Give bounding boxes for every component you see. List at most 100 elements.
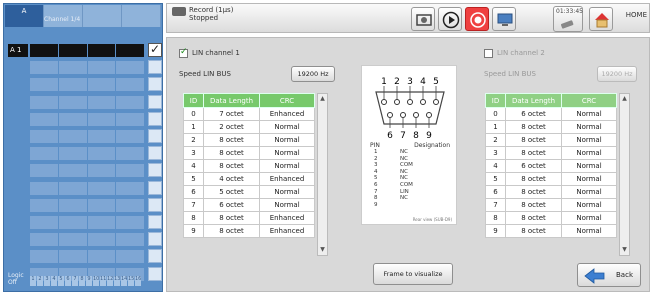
scroll-up-icon[interactable]: ▲ (620, 94, 629, 104)
channel-cell (58, 44, 87, 57)
back-arrow-icon (584, 268, 605, 284)
channel-cell (87, 233, 116, 247)
channel-enable-checkbox[interactable] (148, 146, 162, 161)
tab-c[interactable] (83, 5, 122, 27)
channel-enable-checkbox[interactable] (148, 197, 162, 212)
channel-enable-checkbox[interactable] (148, 215, 162, 229)
scroll-down-icon[interactable]: ▼ (620, 245, 629, 255)
lin2-checkbox[interactable] (484, 49, 493, 58)
table-row[interactable]: 98 octet Normal (485, 224, 617, 238)
channel-row[interactable] (8, 111, 166, 128)
crc-cell: Normal (259, 120, 315, 134)
channel-row[interactable] (8, 248, 166, 265)
tab-a[interactable]: A (5, 5, 44, 27)
table-row[interactable]: 07 octet Enhanced (183, 107, 315, 121)
channel-enable-checkbox[interactable] (148, 77, 162, 92)
channel-trace[interactable] (30, 216, 144, 229)
channel-trace[interactable] (30, 233, 144, 247)
channel-trace[interactable] (30, 198, 144, 212)
table-row[interactable]: 88 octet Normal (485, 211, 617, 225)
channel-enable-checkbox[interactable] (148, 180, 162, 195)
frame-id-cell: 7 (183, 198, 204, 212)
table-row[interactable]: 38 octet Normal (485, 146, 617, 160)
channel-trace[interactable] (30, 250, 144, 264)
channel-cell (116, 250, 144, 264)
table-row[interactable]: 28 octet Normal (485, 133, 617, 147)
channel-enable-checkbox[interactable] (148, 232, 162, 247)
lin1-checkbox[interactable] (179, 47, 188, 58)
table-row[interactable]: 38 octet Normal (183, 146, 315, 160)
table-row[interactable]: 48 octet Normal (183, 159, 315, 173)
crc-cell: Normal (259, 159, 315, 173)
channel-trace[interactable] (30, 164, 144, 178)
logic-bit: 13 (114, 276, 120, 286)
pin-number-label: 5 (433, 77, 439, 87)
monitor-button[interactable] (492, 7, 516, 31)
channel-trace[interactable] (30, 112, 144, 126)
home-button[interactable] (589, 7, 613, 31)
channel-enable-checkbox[interactable] (148, 249, 162, 264)
channel-row[interactable] (8, 76, 166, 93)
frame-id-cell: 2 (183, 133, 204, 147)
channel-row[interactable] (8, 59, 166, 76)
back-button[interactable]: Back (577, 263, 641, 287)
lin2-checkbox-label: LIN channel 2 (497, 49, 545, 57)
lin1-scrollbar[interactable]: ▲ ▼ (317, 93, 328, 256)
logic-indicator[interactable]: Logic Off 1 2 3 4 5 6 7 8 9 10 11 12 13 14 15 16 (8, 272, 158, 288)
channel-row[interactable] (8, 180, 166, 197)
pin-row: 2 NC (370, 156, 450, 163)
lin2-scrollbar[interactable]: ▲ ▼ (619, 93, 630, 256)
pin-hole (433, 99, 439, 105)
channel-trace[interactable] (30, 95, 144, 109)
channel-trace[interactable] (30, 44, 144, 57)
channel-enable-checkbox[interactable] (148, 111, 162, 126)
table-row[interactable]: 78 octet Normal (485, 198, 617, 212)
lin2-speed-button[interactable]: 19200 Hz (597, 66, 637, 82)
data-length-cell: 8 octet (505, 146, 562, 160)
channel-trace[interactable] (30, 181, 144, 195)
channel-enable-checkbox[interactable] (148, 42, 162, 57)
clock-display[interactable]: 01:33:45 (553, 6, 583, 32)
channel-row[interactable] (8, 162, 166, 179)
channel-enable-checkbox[interactable] (148, 129, 162, 143)
tab-d[interactable] (122, 5, 161, 27)
table-row[interactable]: 28 octet Normal (183, 133, 315, 147)
channel-row[interactable] (8, 128, 166, 145)
channel-row[interactable] (8, 145, 166, 162)
channel-enable-checkbox[interactable] (148, 94, 162, 109)
table-row[interactable]: 88 octet Enhanced (183, 211, 315, 225)
scroll-up-icon[interactable]: ▲ (318, 94, 327, 104)
channel-row[interactable] (8, 214, 166, 231)
table-row[interactable]: 18 octet Normal (485, 120, 617, 134)
channel-trace[interactable] (30, 78, 144, 92)
channel-row[interactable] (8, 197, 166, 214)
channel-cell (87, 61, 116, 75)
data-length-cell: 8 octet (203, 146, 260, 160)
channel-row[interactable] (8, 231, 166, 248)
table-row[interactable]: 98 octet Enhanced (183, 224, 315, 238)
scroll-down-icon[interactable]: ▼ (318, 245, 327, 255)
table-row[interactable]: 54 octet Enhanced (183, 172, 315, 186)
table-row[interactable]: 58 octet Normal (485, 172, 617, 186)
table-row[interactable]: 12 octet Normal (183, 120, 315, 134)
table-row[interactable]: 65 octet Normal (183, 185, 315, 199)
table-row[interactable]: 68 octet Normal (485, 185, 617, 199)
channel-enable-checkbox[interactable] (148, 163, 162, 178)
channel-row[interactable]: A 1 (8, 42, 166, 59)
channel-trace[interactable] (30, 61, 144, 75)
record-button[interactable] (465, 7, 489, 31)
table-row[interactable]: 46 octet Normal (485, 159, 617, 173)
table-row[interactable]: 06 octet Normal (485, 107, 617, 121)
home-icon (595, 13, 609, 28)
channel-cell (30, 233, 58, 247)
channel-trace[interactable] (30, 147, 144, 161)
channel-row[interactable] (8, 94, 166, 111)
channel-enable-checkbox[interactable] (148, 60, 162, 75)
screenshot-button[interactable] (411, 7, 435, 31)
frame-to-visualize-button[interactable]: Frame to visualize (373, 263, 453, 285)
table-row[interactable]: 76 octet Normal (183, 198, 315, 212)
lin1-speed-button[interactable]: 19200 Hz (291, 66, 335, 82)
play-button[interactable] (438, 7, 462, 31)
pin-number-label: 8 (413, 131, 419, 141)
channel-trace[interactable] (30, 130, 144, 143)
